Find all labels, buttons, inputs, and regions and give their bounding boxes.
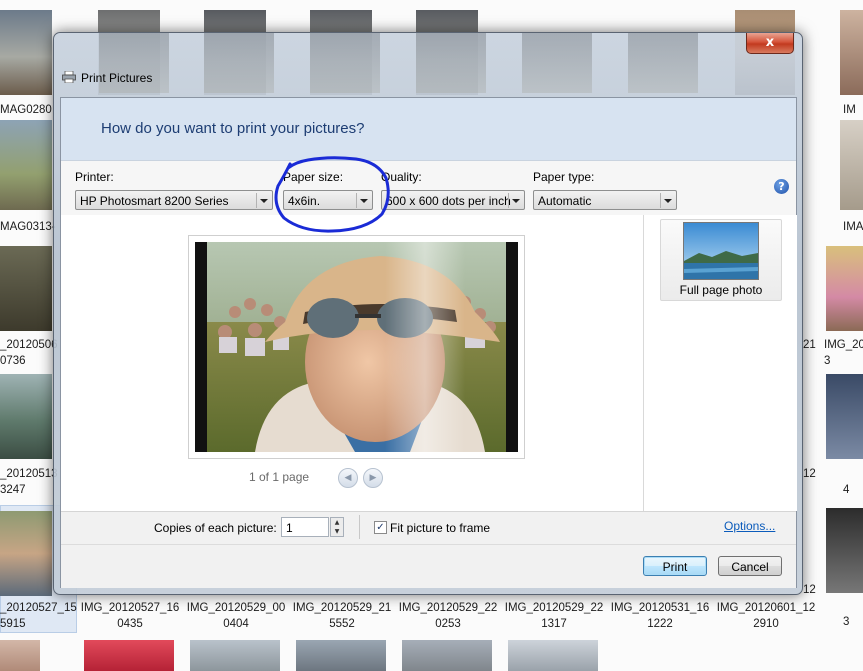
layout-label: Full page photo	[679, 283, 763, 297]
glass-blur	[628, 33, 698, 93]
thumbnail[interactable]	[84, 640, 174, 671]
print-preview-area: 1 of 1 page ◀ ▶	[61, 215, 643, 511]
bottom-controls: Copies of each picture: 1 ▲ ▼ ✓ Fit pict…	[61, 511, 796, 588]
annotation-circle	[274, 156, 390, 233]
paper-type-value: Automatic	[538, 194, 592, 208]
thumbnail[interactable]	[826, 374, 863, 459]
close-button[interactable]: x	[746, 33, 794, 54]
fit-to-frame-checkbox[interactable]: ✓	[374, 521, 387, 534]
thumbnail[interactable]	[0, 511, 52, 596]
glass-blur	[522, 33, 592, 93]
stepper-up-icon[interactable]: ▲	[331, 518, 343, 527]
preview-photo	[195, 242, 518, 452]
copies-label: Copies of each picture:	[154, 521, 277, 535]
quality-value: 600 x 600 dots per inch	[386, 194, 511, 208]
printer-dropdown[interactable]: HP Photosmart 8200 Series	[75, 190, 273, 210]
file-caption: IMG_20120531_16 1222	[610, 602, 710, 630]
quality-dropdown[interactable]: 600 x 600 dots per inch	[381, 190, 525, 210]
chevron-down-icon	[512, 199, 520, 203]
chevron-down-icon	[260, 199, 268, 203]
next-page-button[interactable]: ▶	[363, 468, 383, 488]
cancel-button[interactable]: Cancel	[718, 556, 782, 576]
thumbnail[interactable]	[0, 374, 52, 459]
file-caption: 4	[843, 484, 850, 496]
glass-blur	[310, 33, 380, 93]
paper-type-dropdown[interactable]: Automatic	[533, 190, 677, 210]
prev-page-button[interactable]: ◀	[338, 468, 358, 488]
file-caption: IMG_20120601_12 2910	[716, 602, 816, 630]
file-caption: 21	[803, 339, 816, 351]
dialog-content: How do you want to print your pictures? …	[60, 97, 797, 588]
file-caption: MAG0313-	[0, 221, 56, 233]
file-caption: IM	[843, 104, 856, 116]
left-arrow-icon: ◀	[344, 473, 352, 483]
print-options-row: Printer: HP Photosmart 8200 Series Paper…	[61, 160, 796, 216]
window-title: Print Pictures	[81, 71, 153, 85]
file-caption: _20120513 3247	[0, 468, 58, 496]
thumbnail[interactable]	[840, 10, 863, 95]
file-caption: IMA	[843, 221, 863, 233]
page-indicator: 1 of 1 page	[249, 470, 310, 484]
glass-blur	[416, 33, 486, 93]
photo-image	[195, 242, 518, 452]
divider	[359, 515, 360, 539]
file-caption: 3	[843, 616, 850, 628]
dialog-heading: How do you want to print your pictures?	[101, 120, 365, 137]
file-caption: IMG_2012 3	[824, 339, 863, 367]
file-caption: IMG_20120529_22 1317	[504, 602, 604, 630]
file-caption: MAG0280	[0, 104, 52, 116]
thumbnail[interactable]	[0, 246, 52, 331]
printer-value: HP Photosmart 8200 Series	[80, 194, 229, 208]
file-caption: _20120527_15 5915	[0, 602, 77, 630]
dropdown-divider	[256, 193, 257, 208]
fit-to-frame-label: Fit picture to frame	[390, 521, 491, 535]
chevron-down-icon	[664, 199, 672, 203]
layout-full-page-photo[interactable]: Full page photo	[660, 219, 782, 301]
thumbnail[interactable]	[296, 640, 386, 671]
help-icon[interactable]: ?	[774, 179, 789, 194]
printer-icon	[62, 71, 76, 83]
print-pictures-dialog: Print Pictures x How do you want to prin…	[53, 32, 803, 595]
layout-thumbnail	[683, 222, 759, 280]
thumbnail[interactable]	[826, 508, 863, 593]
thumbnail[interactable]	[402, 640, 492, 671]
file-caption: IMG_20120529_00 0404	[186, 602, 286, 630]
file-caption: _20120506 0736	[0, 339, 58, 367]
landscape-icon	[684, 223, 758, 279]
copies-input[interactable]: 1	[281, 517, 329, 537]
right-arrow-icon: ▶	[369, 473, 377, 483]
thumbnail[interactable]	[0, 10, 52, 95]
file-caption: IMG_20120529_22 0253	[398, 602, 498, 630]
divider	[61, 544, 796, 545]
thumbnail[interactable]	[826, 246, 863, 331]
options-link[interactable]: Options...	[724, 519, 775, 533]
stepper-down-icon[interactable]: ▼	[331, 527, 343, 536]
glass-blur	[204, 33, 274, 93]
layout-list: Full page photo	[643, 215, 797, 511]
header-band: How do you want to print your pictures?	[61, 98, 796, 160]
dropdown-divider	[508, 193, 509, 208]
thumbnail[interactable]	[0, 120, 52, 210]
print-button[interactable]: Print	[643, 556, 707, 576]
thumbnail[interactable]	[840, 120, 863, 210]
file-caption: IMG_20120529_21 5552	[292, 602, 392, 630]
copies-stepper[interactable]: ▲ ▼	[330, 517, 344, 537]
dropdown-divider	[660, 193, 661, 208]
printer-label: Printer:	[75, 170, 114, 184]
paper-type-label: Paper type:	[533, 170, 595, 184]
file-caption: 12	[803, 584, 816, 596]
file-caption: IMG_20120527_16 0435	[80, 602, 180, 630]
thumbnail[interactable]	[508, 640, 598, 671]
thumbnail[interactable]	[0, 640, 40, 671]
thumbnail[interactable]	[190, 640, 280, 671]
file-caption: 12	[803, 468, 816, 480]
preview-page	[188, 235, 525, 459]
